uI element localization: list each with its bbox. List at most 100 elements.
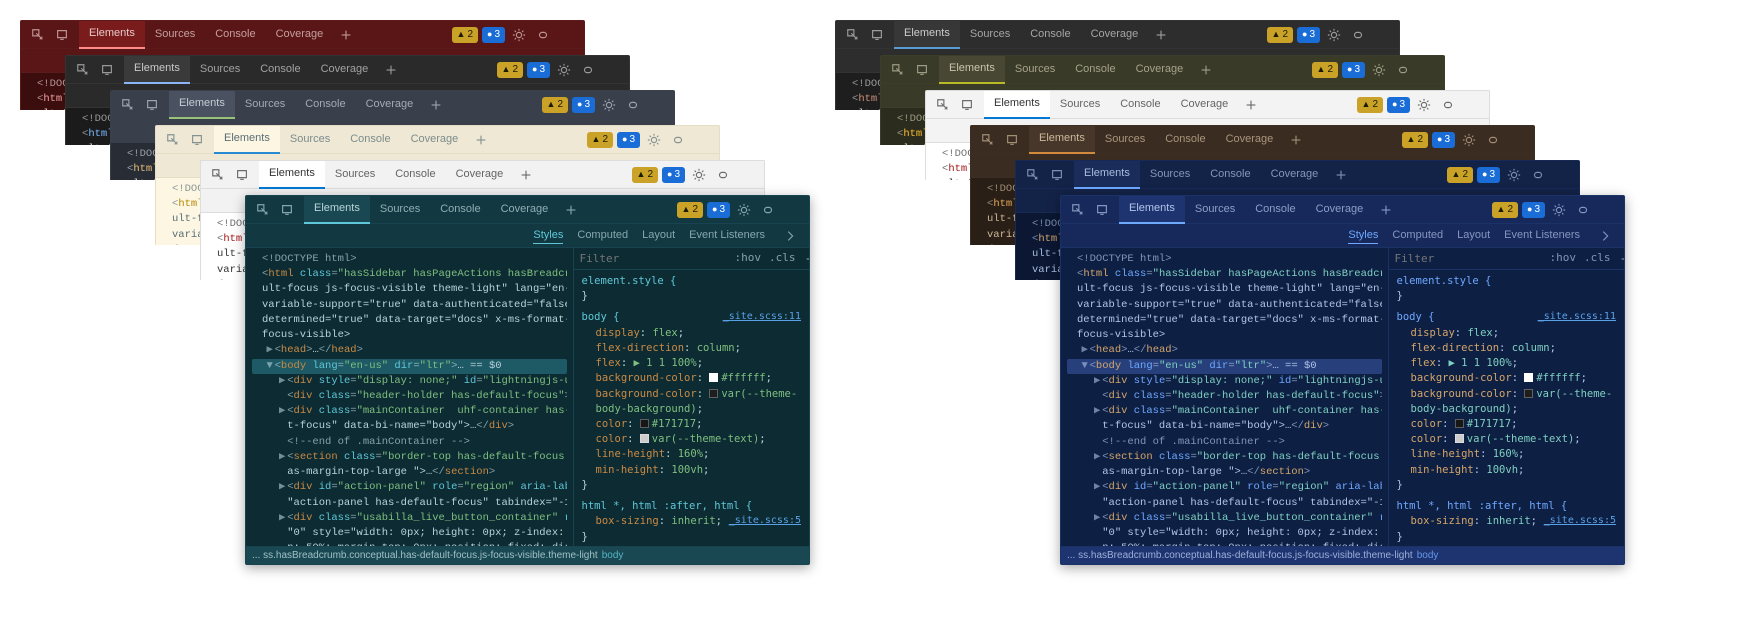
dock-icon[interactable] (1572, 199, 1594, 221)
dom-line[interactable]: t-focus" data-bi-name="body">…</div> (252, 419, 567, 434)
gear-icon[interactable] (733, 199, 755, 221)
dom-line[interactable]: as-margin-top-large ">…</section> (252, 465, 567, 480)
inspect-icon[interactable] (207, 164, 229, 186)
errors-badge[interactable]: ●3 (1522, 202, 1545, 218)
dom-line[interactable]: variable-support="true" data-authenticat… (252, 298, 567, 313)
dom-line[interactable]: ▶<head>…</head> (1067, 343, 1382, 358)
more-tabs-icon[interactable] (470, 129, 492, 151)
more-tabs-icon[interactable] (1240, 94, 1262, 116)
kebab-icon[interactable] (601, 59, 623, 81)
inspect-icon[interactable] (72, 59, 94, 81)
dom-line[interactable]: <div class="header-holder has-default-fo… (252, 389, 567, 404)
warnings-badge[interactable]: ▲2 (632, 167, 658, 183)
warnings-badge[interactable]: ▲2 (1492, 202, 1518, 218)
errors-badge[interactable]: ●3 (1342, 62, 1365, 78)
tab-elements[interactable]: Elements (939, 56, 1005, 84)
more-tabs-icon[interactable] (515, 164, 537, 186)
more-tabs-icon[interactable] (1285, 129, 1307, 151)
errors-badge[interactable]: ●3 (572, 97, 595, 113)
source-link[interactable]: _site.scss:5 (729, 514, 801, 529)
css-rule[interactable]: element.style {} (582, 274, 801, 304)
dom-line[interactable]: "action-panel has-default-focus" tabinde… (252, 496, 567, 511)
kebab-icon[interactable] (691, 129, 713, 151)
warnings-badge[interactable]: ▲2 (542, 97, 568, 113)
inspect-icon[interactable] (27, 24, 49, 46)
dock-icon[interactable] (532, 24, 554, 46)
dock-icon[interactable] (757, 199, 779, 221)
subtab-styles[interactable]: Styles (1348, 227, 1378, 245)
breadcrumb[interactable]: ... ss.hasBreadcrumb.conceptual.has-defa… (246, 546, 809, 564)
errors-badge[interactable]: ●3 (527, 62, 550, 78)
subtab-computed[interactable]: Computed (1392, 227, 1443, 244)
tab-elements[interactable]: Elements (984, 91, 1050, 119)
dom-line[interactable]: <html class="hasSidebar hasPageActions h… (1067, 267, 1382, 282)
warnings-badge[interactable]: ▲2 (1402, 132, 1428, 148)
more-tabs-icon[interactable] (425, 94, 447, 116)
dom-line[interactable]: "0" style="width: 0px; height: 0px; z-in… (252, 526, 567, 541)
warnings-badge[interactable]: ▲2 (497, 62, 523, 78)
dom-line[interactable]: ▶<div class="usabilla_live_button_contai… (1067, 511, 1382, 526)
tab-sources[interactable]: Sources (1140, 161, 1200, 189)
warnings-badge[interactable]: ▲2 (1267, 27, 1293, 43)
subtab-layout[interactable]: Layout (1457, 227, 1490, 244)
inspect-icon[interactable] (117, 94, 139, 116)
tab-console[interactable]: Console (1110, 91, 1170, 119)
source-link[interactable]: _site.scss:11 (1538, 310, 1616, 325)
errors-badge[interactable]: ●3 (1432, 132, 1455, 148)
more-tabs-icon[interactable] (1330, 164, 1352, 186)
cls-toggle[interactable]: .cls (769, 250, 796, 267)
tab-console[interactable]: Console (250, 56, 310, 84)
kebab-icon[interactable] (1416, 59, 1438, 81)
gear-icon[interactable] (1503, 164, 1525, 186)
dock-icon[interactable] (577, 59, 599, 81)
dom-line[interactable]: ▼<body lang="en-us" dir="ltr">… == $0 (252, 359, 567, 374)
gear-icon[interactable] (1458, 129, 1480, 151)
device-icon[interactable] (51, 24, 73, 46)
breadcrumb[interactable]: ... ss.hasBreadcrumb.conceptual.has-defa… (1061, 546, 1624, 564)
errors-badge[interactable]: ●3 (1297, 27, 1320, 43)
tab-sources[interactable]: Sources (1005, 56, 1065, 84)
inspect-icon[interactable] (252, 199, 274, 221)
warnings-badge[interactable]: ▲2 (1357, 97, 1383, 113)
gear-icon[interactable] (553, 59, 575, 81)
chevron-right-icon[interactable] (1594, 225, 1616, 247)
kebab-icon[interactable] (781, 199, 803, 221)
device-icon[interactable] (186, 129, 208, 151)
gear-icon[interactable] (1323, 24, 1345, 46)
inspect-icon[interactable] (1022, 164, 1044, 186)
dock-icon[interactable] (712, 164, 734, 186)
more-tabs-icon[interactable] (1150, 24, 1172, 46)
device-icon[interactable] (231, 164, 253, 186)
dom-line[interactable]: "action-panel has-default-focus" tabinde… (1067, 496, 1382, 511)
dock-icon[interactable] (622, 94, 644, 116)
tab-elements[interactable]: Elements (214, 126, 280, 154)
kebab-icon[interactable] (1506, 129, 1528, 151)
device-icon[interactable] (1046, 164, 1068, 186)
gear-icon[interactable] (1368, 59, 1390, 81)
dom-line[interactable]: ult-focus js-focus-visible theme-light" … (252, 282, 567, 297)
more-tabs-icon[interactable] (560, 199, 582, 221)
tab-elements[interactable]: Elements (1119, 196, 1185, 224)
kebab-icon[interactable] (1461, 94, 1483, 116)
inspect-icon[interactable] (977, 129, 999, 151)
subtab-event-listeners[interactable]: Event Listeners (1504, 227, 1580, 244)
dom-line[interactable]: as-margin-top-large ">…</section> (1067, 465, 1382, 480)
subtab-styles[interactable]: Styles (533, 227, 563, 245)
dom-line[interactable]: p: 50%; margin-top: 0px; position: fixed… (1067, 541, 1382, 546)
more-tabs-icon[interactable] (1195, 59, 1217, 81)
tab-sources[interactable]: Sources (145, 21, 205, 49)
dom-line[interactable]: ▶<div class="mainContainer uhf-container… (1067, 404, 1382, 419)
dom-line[interactable]: t-focus" data-bi-name="body">…</div> (1067, 419, 1382, 434)
kebab-icon[interactable] (1596, 199, 1618, 221)
tab-console[interactable]: Console (340, 126, 400, 154)
tab-coverage[interactable]: Coverage (1216, 126, 1284, 154)
device-icon[interactable] (866, 24, 888, 46)
device-icon[interactable] (276, 199, 298, 221)
tab-sources[interactable]: Sources (1050, 91, 1110, 119)
dom-tree[interactable]: <!DOCTYPE html> <html class="hasSidebar … (1061, 248, 1388, 546)
styles-filter-input[interactable] (1395, 252, 1542, 265)
dom-line[interactable]: ▶<head>…</head> (252, 343, 567, 358)
errors-badge[interactable]: ●3 (662, 167, 685, 183)
tab-elements[interactable]: Elements (894, 21, 960, 49)
tab-sources[interactable]: Sources (1185, 196, 1245, 224)
